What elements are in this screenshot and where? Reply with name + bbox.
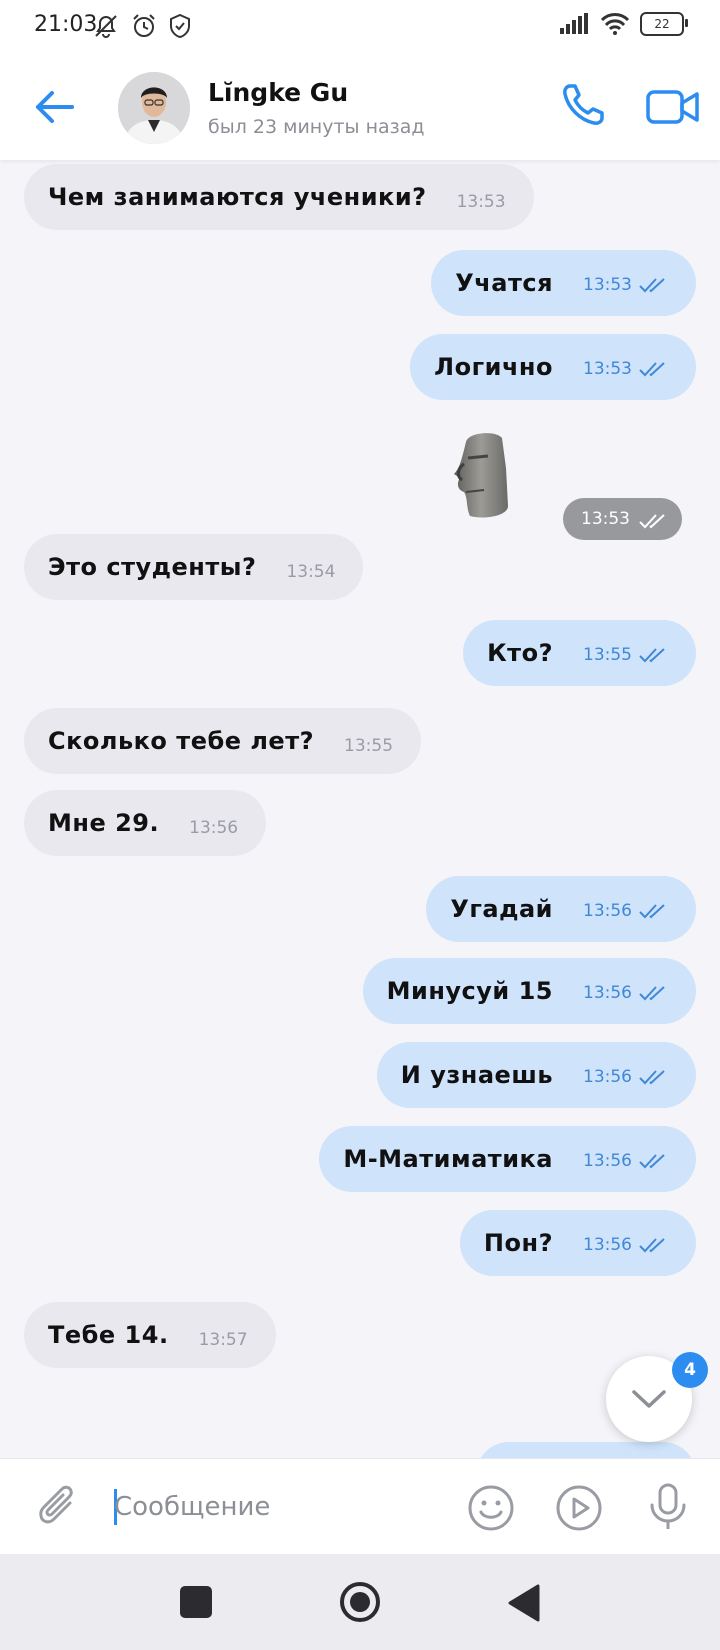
message-time: 13:55 [344, 736, 394, 756]
message-text: Минусуй 15 [386, 977, 553, 1005]
microphone-icon [650, 1483, 686, 1529]
message-outgoing[interactable]: Логично 13:53 [410, 334, 696, 400]
contact-name[interactable]: Lĭngke Gu [208, 78, 348, 107]
system-navigation-bar [0, 1554, 720, 1650]
back-triangle-icon[interactable] [506, 1584, 542, 1622]
message-time: 13:55 [583, 645, 632, 665]
double-check-icon [638, 1069, 668, 1085]
message-outgoing[interactable]: И узнаешь 13:56 [376, 1042, 696, 1108]
double-check-icon [638, 513, 668, 529]
avatar[interactable] [118, 72, 190, 144]
double-check-icon [638, 903, 668, 919]
message-list[interactable]: Чем занимаются ученики? 13:53 Учатся 13:… [0, 160, 720, 1458]
message-text: Логично [434, 353, 553, 381]
message-time: 13:53 [583, 359, 632, 379]
message-text: Сколько тебе лет? [48, 727, 315, 755]
back-arrow-icon [36, 91, 74, 123]
video-camera-icon [646, 90, 699, 124]
battery-icon: 22 [640, 12, 688, 36]
back-button[interactable] [30, 82, 80, 132]
double-check-icon [638, 361, 668, 377]
message-outgoing-partial[interactable] [476, 1442, 696, 1458]
video-call-button[interactable] [644, 82, 702, 132]
double-check-icon [638, 985, 668, 1001]
message-incoming[interactable]: Сколько тебе лет? 13:55 [24, 708, 422, 774]
message-time: 13:56 [189, 818, 239, 838]
message-time: 13:56 [583, 1067, 632, 1087]
moai-icon [454, 433, 508, 518]
video-message-button[interactable] [554, 1483, 604, 1533]
unread-count-badge: 4 [672, 1352, 708, 1388]
message-incoming[interactable]: Чем занимаются ученики? 13:53 [24, 164, 534, 230]
message-text: Пон? [483, 1229, 553, 1257]
moai-sticker[interactable] [444, 428, 532, 524]
message-outgoing[interactable]: Учатся 13:53 [431, 250, 696, 316]
message-incoming[interactable]: Мне 29. 13:56 [24, 790, 267, 856]
chat-header: Lĭngke Gu был 23 минуты назад [0, 52, 720, 160]
message-outgoing[interactable]: М-Матиматика 13:56 [319, 1126, 696, 1192]
message-composer [0, 1458, 720, 1555]
message-outgoing[interactable]: Кто? 13:55 [463, 620, 696, 686]
message-time: 13:53 [583, 275, 632, 295]
message-time: 13:56 [583, 983, 632, 1003]
emoji-button[interactable] [466, 1483, 516, 1533]
message-time: 13:56 [583, 1235, 632, 1255]
recents-square-icon[interactable] [180, 1586, 212, 1618]
alarm-icon [130, 12, 158, 40]
status-time: 21:03 [34, 12, 98, 37]
message-incoming[interactable]: Это студенты? 13:54 [24, 534, 364, 600]
double-check-icon [638, 1237, 668, 1253]
status-bar: 21:03 22 [0, 0, 720, 52]
message-time: 13:53 [581, 509, 630, 529]
message-text: М-Матиматика [343, 1145, 553, 1173]
message-time: 13:53 [456, 192, 506, 212]
call-button[interactable] [558, 80, 608, 130]
message-text: Тебе 14. [48, 1321, 169, 1349]
message-text: Угадай [450, 895, 553, 923]
chevron-down-icon [632, 1390, 666, 1408]
message-text: Учатся [455, 269, 553, 297]
wifi-icon [600, 12, 630, 36]
last-seen-status: был 23 минуты назад [208, 116, 425, 138]
smiley-icon [468, 1485, 514, 1531]
double-check-icon [638, 1153, 668, 1169]
phone-icon [563, 84, 604, 125]
message-time: 13:54 [286, 562, 336, 582]
message-text: Мне 29. [48, 809, 160, 837]
play-circle-icon [556, 1485, 602, 1531]
shield-icon [168, 12, 192, 40]
sticker-time-badge: 13:53 [563, 498, 682, 540]
battery-level: 22 [654, 17, 670, 31]
message-text: И узнаешь [400, 1061, 553, 1089]
signal-icon [558, 12, 590, 36]
message-time: 13:57 [198, 1330, 248, 1350]
message-incoming[interactable]: Тебе 14. 13:57 [24, 1302, 276, 1368]
message-text: Кто? [487, 639, 553, 667]
attach-button[interactable] [34, 1483, 82, 1531]
message-input[interactable] [114, 1485, 444, 1529]
message-outgoing[interactable]: Пон? 13:56 [459, 1210, 696, 1276]
voice-message-button[interactable] [644, 1481, 692, 1533]
home-circle-icon[interactable] [338, 1580, 382, 1624]
message-text: Чем занимаются ученики? [48, 183, 427, 211]
message-outgoing[interactable]: Угадай 13:56 [426, 876, 696, 942]
double-check-icon [638, 277, 668, 293]
paperclip-icon [39, 1485, 73, 1524]
message-time: 13:56 [583, 1151, 632, 1171]
message-time: 13:56 [583, 901, 632, 921]
mute-icon [92, 12, 120, 40]
double-check-icon [638, 647, 668, 663]
message-outgoing[interactable]: Минусуй 15 13:56 [362, 958, 696, 1024]
message-text: Это студенты? [48, 553, 257, 581]
